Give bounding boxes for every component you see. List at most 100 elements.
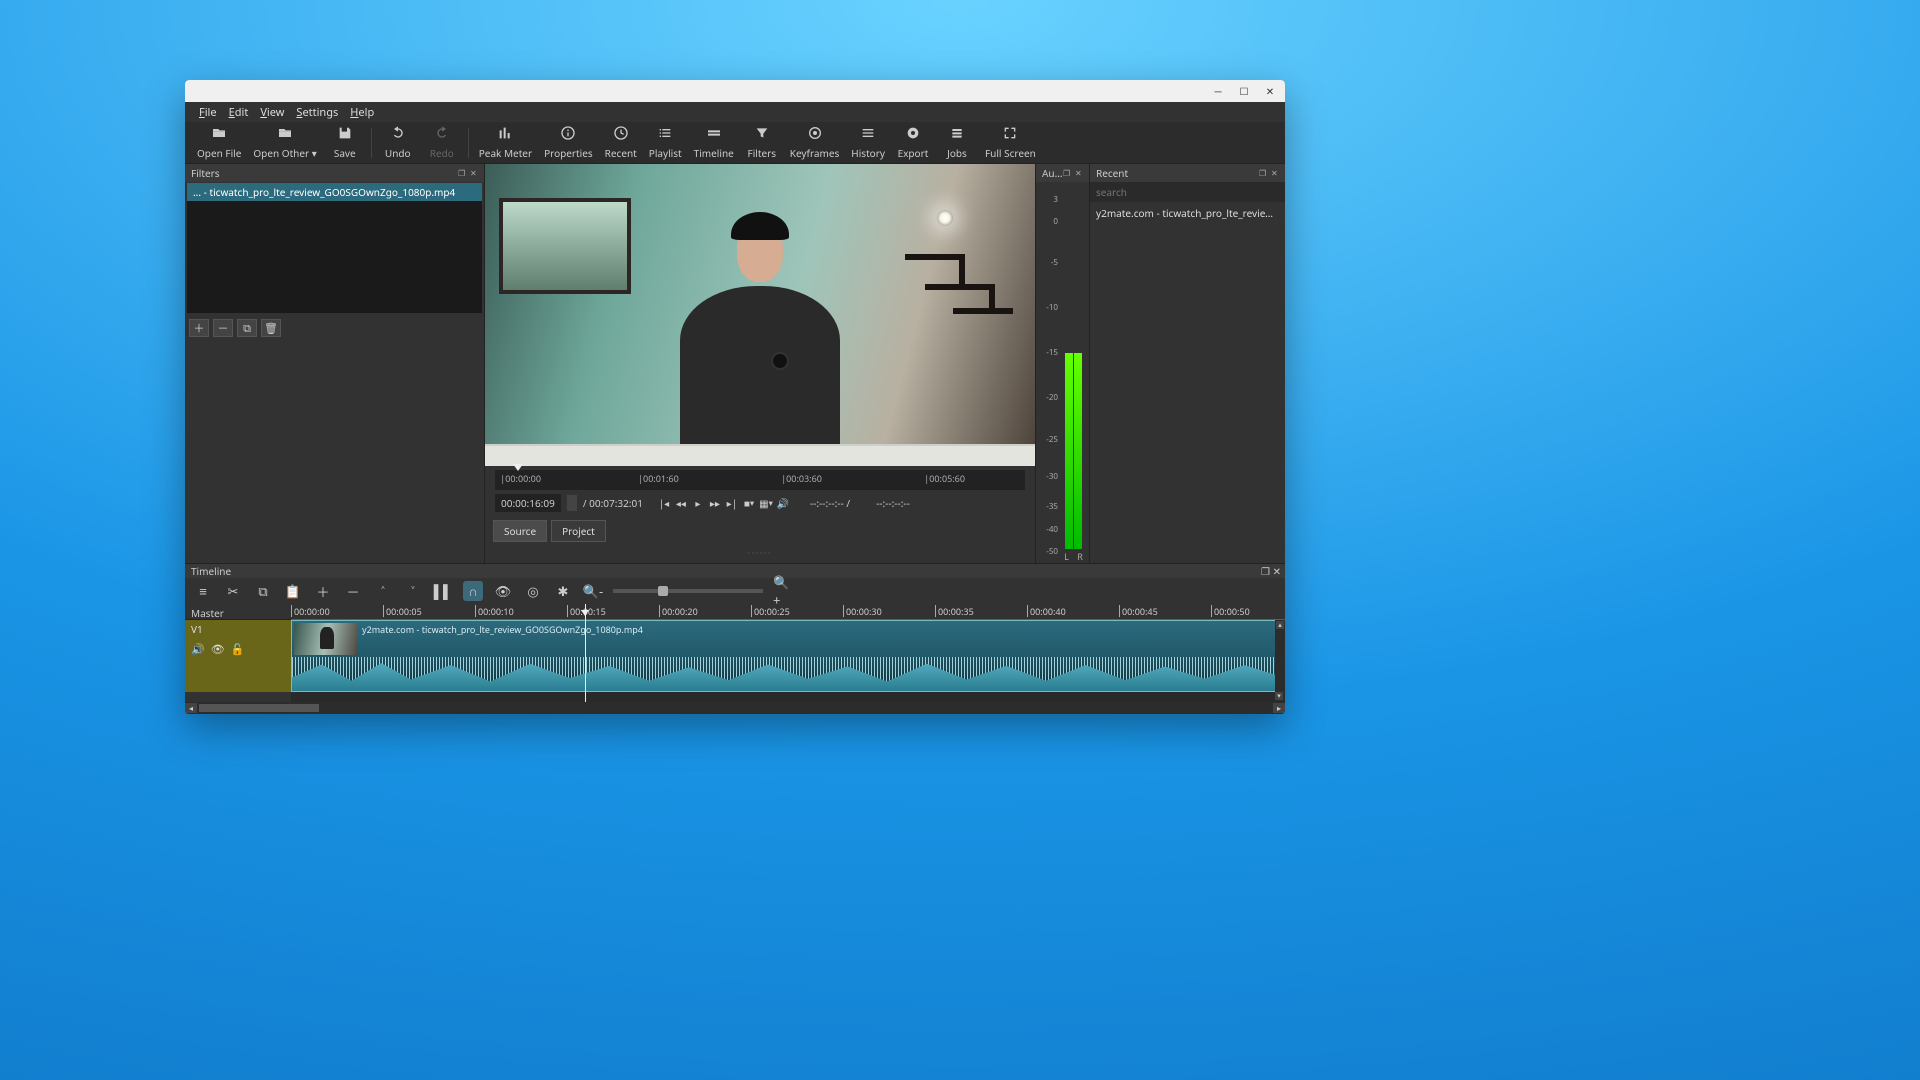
timeline-vscroll[interactable]: ▴ ▾ [1275,620,1285,702]
toolbtn-keyframes[interactable]: Keyframes [784,123,846,163]
toolbtn-full-screen[interactable]: Full Screen [979,123,1042,163]
play-button[interactable]: ▸ [691,496,705,510]
vscroll-down-icon[interactable]: ▾ [1275,692,1283,700]
toolbtn-open-other[interactable]: Open Other ▾ [247,123,322,163]
lift-button[interactable]: ˄ [373,581,393,601]
zoom-out-button[interactable]: 🔍‑ [583,581,603,601]
menu-view[interactable]: View [260,105,284,120]
meter-icon [497,125,513,144]
filter-add-button[interactable]: ＋ [189,319,209,337]
toolbtn-open-file[interactable]: Open File [191,123,247,163]
audio-detach-icon[interactable]: ❐ [1063,168,1073,178]
preview-subject [675,186,845,446]
stop-button[interactable]: ■▾ [742,496,756,510]
toolbtn-export[interactable]: Export [891,123,935,163]
track-lock-icon[interactable]: 🔓 [231,642,245,657]
menu-settings[interactable]: Settings [296,105,338,120]
overwrite-button[interactable]: ˅ [403,581,423,601]
toolbtn-redo[interactable]: Redo [420,123,464,163]
toolbtn-save[interactable]: Save [323,123,367,163]
tab-project[interactable]: Project [551,520,606,542]
zoom-slider[interactable] [613,589,763,593]
filter-remove-button[interactable]: － [213,319,233,337]
current-timecode[interactable]: 00:00:16:09 [495,494,561,512]
filters-source-file[interactable]: ... - ticwatch_pro_lte_review_GO0SGOwnZg… [187,183,482,201]
timeline-playhead[interactable] [585,604,586,702]
hscroll-left-icon[interactable]: ◂ [185,703,197,713]
recent-search-input[interactable] [1090,182,1285,202]
zoom-knob[interactable] [658,586,668,596]
toolbtn-filters[interactable]: Filters [740,123,784,163]
toolbtn-playlist[interactable]: Playlist [643,123,688,163]
toolbtn-timeline[interactable]: Timeline [688,123,740,163]
preview-pane: |00:00:00|00:01:60|00:03:60|00:05:60 00:… [485,164,1035,563]
audio-bar-right [1074,353,1082,549]
fast-forward-button[interactable]: ▸▸ [708,496,722,510]
tab-source[interactable]: Source [493,520,547,542]
timeline-clip[interactable]: y2mate.com - ticwatch_pro_lte_review_GO0… [291,620,1285,692]
channel-r-label: R [1077,550,1083,563]
menu-help[interactable]: Help [350,105,374,120]
cut-button[interactable]: ✂ [223,581,243,601]
toolbtn-history[interactable]: History [845,123,891,163]
tracks-area[interactable]: 00:00:0000:00:0500:00:1000:00:1500:00:20… [291,604,1285,702]
menu-file[interactable]: File [199,105,217,120]
window-close-button[interactable]: ✕ [1257,82,1283,100]
audio-close-icon[interactable]: ✕ [1075,168,1085,178]
hscroll-right-icon[interactable]: ▸ [1273,703,1285,713]
remove-button[interactable]: － [343,581,363,601]
scrubber-playhead-icon[interactable] [513,464,523,471]
copy-button[interactable]: ⧉ [253,581,273,601]
timeline-hscroll[interactable]: ◂ ▸ [185,702,1285,714]
track-mute-icon[interactable]: 🔊 [191,642,205,657]
window-maximize-button[interactable]: ☐ [1231,82,1257,100]
fullscreen-icon [1002,125,1018,144]
filters-header: Filters ❐ ✕ [185,164,484,182]
hscroll-thumb[interactable] [199,704,319,712]
window-minimize-button[interactable]: ─ [1205,82,1231,100]
filter-delete-button[interactable]: 🗑 [261,319,281,337]
pane-resize-handle[interactable]: ······ [485,548,1035,556]
toolbtn-undo[interactable]: Undo [376,123,420,163]
master-track-label[interactable]: Master [185,604,291,620]
in-out-label: --:--:--:-- / [810,496,850,510]
scrub-audio-button[interactable]: 👁 [493,581,513,601]
timeline-close-icon[interactable]: ✕ [1273,564,1281,578]
toolbtn-jobs[interactable]: Jobs [935,123,979,163]
filters-close-icon[interactable]: ✕ [470,168,480,178]
vscroll-up-icon[interactable]: ▴ [1276,621,1284,629]
paste-button[interactable]: 📋 [283,581,303,601]
preview-scrubber[interactable]: |00:00:00|00:01:60|00:03:60|00:05:60 [495,470,1025,490]
recent-detach-icon[interactable]: ❐ [1259,168,1269,178]
filters-list[interactable] [187,201,482,313]
filters-detach-icon[interactable]: ❐ [458,168,468,178]
recent-close-icon[interactable]: ✕ [1271,168,1281,178]
timecode-spinner[interactable] [567,495,577,511]
menu-edit[interactable]: Edit [229,105,249,120]
skip-end-button[interactable]: ▸| [725,496,739,510]
timeline-menu-button[interactable]: ≡ [193,581,213,601]
recent-item[interactable]: y2mate.com - ticwatch_pro_lte_review_… [1090,204,1285,222]
menu-bar: File Edit View Settings Help [185,102,1285,122]
skip-start-button[interactable]: |◂ [657,496,671,510]
track-hide-icon[interactable]: 👁 [211,642,225,657]
meter-tick: 3 [1053,194,1058,205]
toolbtn-recent[interactable]: Recent [599,123,643,163]
append-button[interactable]: ＋ [313,581,333,601]
snap-button[interactable]: ∩ [463,581,483,601]
rewind-button[interactable]: ◂◂ [674,496,688,510]
volume-button[interactable]: 🔊 [776,496,790,510]
video-preview[interactable] [485,164,1035,466]
in-out-label-2: --:--:--:-- [876,496,910,510]
track-v1[interactable]: V1 🔊 👁 🔓 [185,620,291,692]
split-button[interactable]: ▌▌ [433,581,453,601]
grid-button[interactable]: ▦▾ [759,496,773,510]
timeline-ruler[interactable]: 00:00:0000:00:0500:00:1000:00:1500:00:20… [291,604,1285,620]
zoom-in-button[interactable]: 🔍+ [773,581,793,601]
filter-copy-button[interactable]: ⧉ [237,319,257,337]
toolbtn-properties[interactable]: Properties [538,123,599,163]
ripple-button[interactable]: ◎ [523,581,543,601]
ripple-all-button[interactable]: ✱ [553,581,573,601]
timeline-detach-icon[interactable]: ❐ [1261,564,1270,578]
toolbtn-peak-meter[interactable]: Peak Meter [473,123,538,163]
